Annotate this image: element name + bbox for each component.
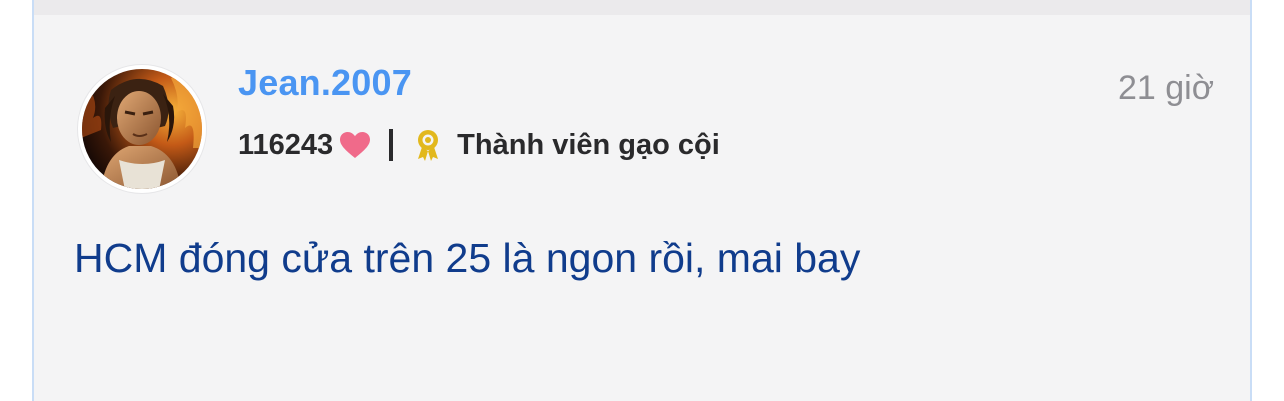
post-timestamp: 21 giờ [1117, 69, 1214, 107]
reaction-points: 116243 [238, 128, 334, 161]
member-rank: Thành viên gạo cội [457, 128, 720, 161]
post-content: HCM đóng cửa trên 25 là ngon rồi, mai ba… [74, 235, 861, 281]
avatar-photo [82, 69, 202, 189]
avatar[interactable] [78, 65, 206, 193]
username-link[interactable]: Jean.2007 [238, 62, 412, 104]
meta-divider [389, 129, 394, 161]
page: Jean.2007 21 giờ 116243 Thành viên gạo c [0, 0, 1284, 401]
heart-icon [339, 131, 371, 159]
previous-post-edge [32, 0, 1252, 18]
author-meta: 116243 Thành viên gạo cội [238, 125, 720, 165]
award-ribbon-icon [415, 129, 441, 161]
post-card: Jean.2007 21 giờ 116243 Thành viên gạo c [32, 15, 1252, 401]
